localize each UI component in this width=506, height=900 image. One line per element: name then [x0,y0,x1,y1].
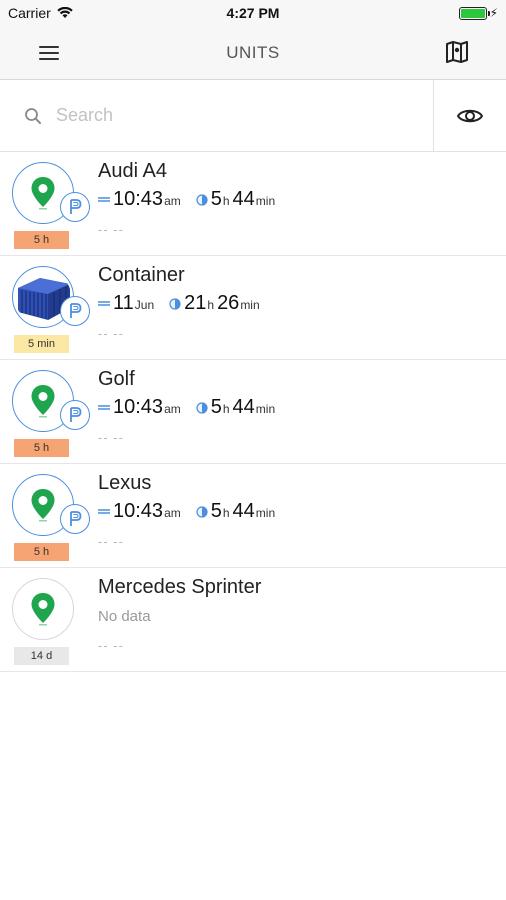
last-message-suffix: am [164,194,181,208]
parking-icon [70,303,82,318]
map-icon [446,41,468,63]
unit-meta: 10:43 am 5 h 44 min [98,188,290,212]
last-message: 11 Jun [98,292,157,315]
clock-icon [196,401,208,414]
unit-meta: 11 Jun 21 h 26 min [98,292,275,316]
location-pin-icon [31,489,55,522]
unit-row-container[interactable]: 5 min Container 11 Jun 21 h 26 min -- -- [0,256,506,360]
unit-name: Mercedes Sprinter [98,576,262,598]
age-badge: 5 min [14,335,69,353]
clock-icon [169,297,181,310]
duration-minutes-unit: min [240,298,260,312]
last-message-suffix: am [164,506,181,520]
battery-icon [458,6,490,20]
parking-badge [60,192,90,222]
age-badge: 5 h [14,439,69,457]
unit-meta: 10:43 am 5 h 44 min [98,396,290,420]
unit-name: Lexus [98,472,152,494]
last-message-icon [98,404,110,410]
clock-icon [196,193,208,206]
nav-bar: UNITS [0,26,506,80]
last-message-icon [98,508,110,514]
page-title: UNITS [226,43,280,62]
visibility-toggle-button[interactable] [433,80,506,151]
last-message-time: 11 [113,292,134,314]
unit-name: Container [98,264,185,286]
age-badge: 14 d [14,647,69,665]
duration-minutes-unit: min [255,506,276,520]
duration-hours-unit: h [222,194,230,208]
last-message: 10:43 am [98,500,184,523]
duration-hours-unit: h [222,402,230,416]
location-pin-icon [31,177,55,210]
parking-duration: 5 h 44 min [196,500,278,523]
parking-badge [60,504,90,534]
unit-address: -- -- [98,222,124,237]
parking-icon [70,199,82,214]
parking-badge [60,400,90,430]
unit-address: -- -- [98,534,124,549]
age-badge: 5 h [14,543,69,561]
battery-indicator: ⚡ [458,6,498,20]
unit-address: -- -- [98,638,124,653]
duration-minutes: 44 [232,500,255,522]
duration-hours: 21 [184,292,207,314]
parking-icon [70,407,82,422]
unit-name: Golf [98,368,135,390]
clock-icon [196,505,208,518]
search-icon [25,107,41,124]
map-button[interactable] [444,40,472,66]
age-badge: 5 h [14,231,69,249]
parking-duration: 5 h 44 min [196,188,278,211]
duration-hours: 5 [210,500,222,522]
eye-icon [456,109,484,122]
last-message-time: 10:43 [113,188,164,210]
unit-address: -- -- [98,326,124,341]
parking-badge [60,296,90,326]
last-message-icon [98,300,110,306]
status-bar: Carrier 4:27 PM ⚡ [0,0,506,26]
unit-row-lexus[interactable]: 5 h Lexus 10:43 am 5 h 44 min -- -- [0,464,506,568]
duration-minutes-unit: min [255,402,276,416]
duration-minutes-unit: min [255,194,276,208]
search-box [0,80,433,151]
unit-avatar [12,578,74,640]
unit-status: No data [98,608,151,625]
unit-address: -- -- [98,430,124,445]
duration-hours: 5 [210,188,222,210]
last-message: 10:43 am [98,396,184,419]
search-row [0,80,506,152]
last-message-time: 10:43 [113,500,164,522]
parking-icon [70,511,82,526]
last-message-icon [98,196,110,202]
duration-hours-unit: h [222,506,230,520]
duration-minutes: 44 [232,188,255,210]
parking-duration: 5 h 44 min [196,396,278,419]
unit-name: Audi A4 [98,160,167,182]
last-message-suffix: Jun [134,298,155,312]
charging-icon: ⚡ [489,6,498,20]
last-message-suffix: am [164,402,181,416]
unit-row-golf[interactable]: 5 h Golf 10:43 am 5 h 44 min -- -- [0,360,506,464]
duration-minutes: 26 [217,292,240,314]
duration-hours-unit: h [207,298,215,312]
unit-row-mercedes-sprinter[interactable]: 14 d Mercedes Sprinter No data -- -- [0,568,506,672]
location-pin-icon [31,593,55,626]
location-pin-icon [31,385,55,418]
unit-list: 5 h Audi A4 10:43 am 5 h 44 min -- -- 5 … [0,152,506,672]
unit-row-audi-a4[interactable]: 5 h Audi A4 10:43 am 5 h 44 min -- -- [0,152,506,256]
duration-minutes: 44 [232,396,255,418]
duration-hours: 5 [210,396,222,418]
status-time: 4:27 PM [226,5,280,21]
search-input[interactable] [56,105,356,126]
last-message-time: 10:43 [113,396,164,418]
last-message: 10:43 am [98,188,184,211]
parking-duration: 21 h 26 min [169,292,263,315]
unit-meta: 10:43 am 5 h 44 min [98,500,290,524]
